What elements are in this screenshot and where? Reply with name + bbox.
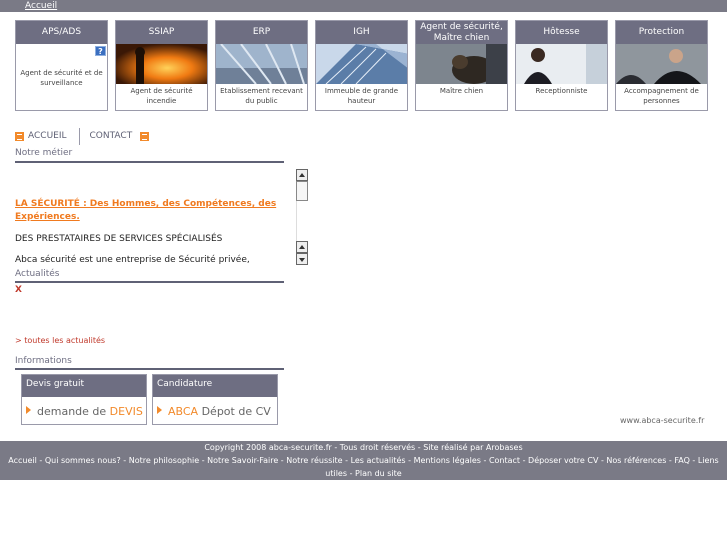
bodyguard-image [616, 44, 707, 84]
devis-link[interactable]: demande de DEVIS [22, 397, 146, 418]
card-caption: Maître chien [439, 87, 484, 95]
scroll-up-button[interactable] [296, 169, 308, 181]
metier-scroll-area[interactable]: LA SÉCURITÉ : Des Hommes, des Compétence… [15, 169, 308, 265]
top-bar: Accueil [0, 0, 727, 12]
top-home-link[interactable]: Accueil [25, 0, 57, 12]
metier-paragraph-1: DES PRESTATAIRES DE SERVICES SPÉCIALISÉS [15, 234, 223, 244]
footer-links: Accueil - Qui sommes nous? - Notre philo… [8, 456, 719, 478]
footer: Copyright 2008 abca-securite.fr - Tous d… [0, 441, 727, 480]
card-hotesse[interactable]: Hôtesse Receptionniste [515, 20, 608, 111]
card-aps-ads[interactable]: APS/ADS Agent de sécurité et de surveill… [15, 20, 108, 111]
card-caption: Agent de sécurité incendie [130, 87, 193, 106]
metier-paragraph-2: Abca sécurité est une entreprise de Sécu… [15, 255, 250, 265]
arrow-right-icon [157, 406, 162, 414]
card-protection[interactable]: Protection Accompagnement de personnes [615, 20, 708, 111]
card-title: SSIAP [116, 21, 207, 44]
news-divider [15, 281, 284, 283]
dog-image [416, 44, 507, 84]
tower-image [316, 44, 407, 84]
footer-link[interactable]: FAQ [674, 456, 690, 465]
card-title: Hôtesse [516, 21, 607, 44]
scroll-up-button-lower[interactable] [296, 241, 308, 253]
footer-link[interactable]: Accueil [8, 456, 37, 465]
devis-title: Devis gratuit [22, 375, 146, 397]
subnav-home-link[interactable]: ACCUEIL [28, 131, 67, 141]
footer-link[interactable]: Les actualités [351, 456, 406, 465]
card-erp[interactable]: ERP Etablissement recevant du public [215, 20, 308, 111]
card-title: IGH [316, 21, 407, 44]
footer-link[interactable]: Notre Savoir-Faire [207, 456, 278, 465]
arrow-right-icon [26, 406, 31, 414]
subnav-divider [78, 127, 80, 145]
hostess-image [516, 44, 607, 84]
footer-link[interactable]: Nos références [606, 456, 666, 465]
footer-link[interactable]: Contact [489, 456, 520, 465]
news-heading: Actualités [15, 269, 60, 279]
info-heading: Informations [15, 356, 72, 366]
info-divider [15, 368, 284, 370]
devis-box[interactable]: Devis gratuit demande de DEVIS [21, 374, 147, 425]
card-caption: Etablissement recevant du public [220, 87, 303, 106]
metier-headline-link[interactable]: LA SÉCURITÉ : Des Hommes, des Compétence… [15, 198, 291, 224]
news-close-icon[interactable]: X [15, 285, 22, 295]
scrollbar-thumb[interactable] [296, 181, 308, 201]
all-news-link[interactable]: > toutes les actualités [15, 336, 105, 345]
footer-link[interactable]: Mentions légales [414, 456, 481, 465]
card-caption: Accompagnement de personnes [624, 87, 699, 106]
home-icon [15, 131, 24, 141]
help-icon[interactable]: ? [95, 46, 106, 56]
footer-link[interactable]: Notre philosophie [129, 456, 199, 465]
phone-icon [140, 131, 150, 141]
site-url: www.abca-securite.fr [620, 416, 705, 425]
footer-link[interactable]: Qui sommes nous? [45, 456, 121, 465]
footer-link[interactable]: Plan du site [355, 469, 402, 478]
card-title: ERP [216, 21, 307, 44]
scroll-down-button[interactable] [296, 253, 308, 265]
card-ssiap[interactable]: SSIAP Agent de sécurité incendie [115, 20, 208, 111]
footer-link[interactable]: Déposer votre CV [528, 456, 598, 465]
footer-link[interactable]: Notre réussite [286, 456, 342, 465]
metier-divider [15, 161, 284, 163]
subnav-contact-link[interactable]: CONTACT [90, 131, 133, 141]
footer-copyright: Copyright 2008 abca-securite.fr - Tous d… [204, 443, 523, 452]
card-title: Agent de sécurité, Maître chien [416, 21, 507, 44]
candidature-box[interactable]: Candidature ABCA Dépot de CV [152, 374, 278, 425]
metier-heading: Notre métier [15, 148, 73, 158]
candidature-title: Candidature [153, 375, 277, 397]
card-title: APS/ADS [16, 21, 107, 44]
card-igh[interactable]: IGH Immeuble de grande hauteur [315, 20, 408, 111]
card-caption: Immeuble de grande hauteur [324, 87, 399, 106]
hall-image [216, 44, 307, 84]
sub-navigation: ACCUEIL CONTACT [15, 127, 150, 145]
fire-image [116, 44, 207, 84]
card-title: Protection [616, 21, 707, 44]
card-caption: Receptionniste [535, 87, 588, 95]
card-caption: Agent de sécurité et de surveillance [20, 69, 103, 88]
cv-link[interactable]: ABCA Dépot de CV [153, 397, 277, 418]
card-maitre-chien[interactable]: Agent de sécurité, Maître chien Maître c… [415, 20, 508, 111]
